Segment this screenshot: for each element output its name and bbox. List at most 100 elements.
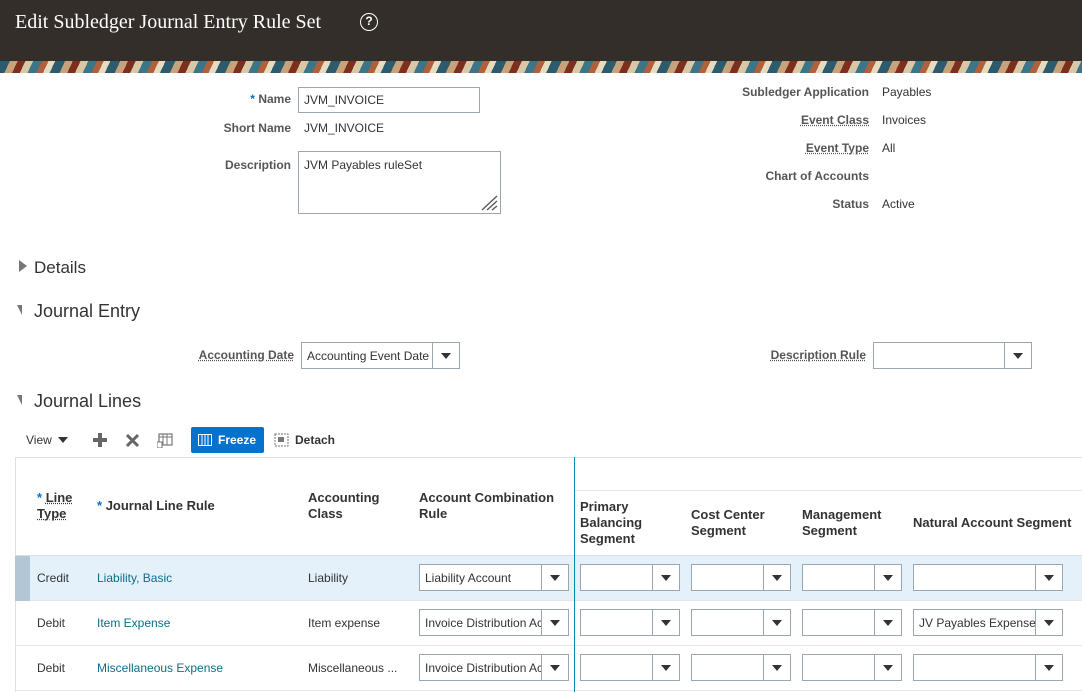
chevron-down-icon[interactable] [541, 565, 568, 590]
section-journal-lines[interactable]: Journal Lines [34, 391, 141, 412]
line-type-cell: Debit [37, 616, 66, 630]
cost-center-select[interactable] [691, 654, 791, 681]
chevron-down-icon[interactable] [1004, 343, 1031, 368]
natural-account-select[interactable] [913, 654, 1063, 681]
primary-balancing-select[interactable] [580, 654, 680, 681]
chevron-down-icon[interactable] [541, 610, 568, 635]
management-select[interactable] [802, 609, 902, 636]
plus-icon [93, 433, 107, 447]
description-rule-label: Description Rule [770, 348, 866, 362]
add-row-button[interactable] [92, 427, 108, 453]
chevron-down-icon[interactable] [1035, 565, 1062, 590]
col-account-combination-rule[interactable]: Account Combination Rule [419, 490, 554, 522]
event-class-value: Invoices [882, 113, 927, 127]
line-type-cell: Credit [37, 571, 70, 585]
account-combination-rule-select[interactable]: Invoice Distribution Account [419, 609, 569, 636]
table-columns-icon [157, 433, 173, 448]
natural-account-select[interactable]: JV Payables Expense [913, 609, 1063, 636]
chevron-down-icon[interactable] [432, 343, 459, 368]
decorative-banner [0, 61, 1082, 73]
delete-row-button[interactable] [125, 427, 140, 453]
short-name-value: JVM_INVOICE [304, 121, 385, 135]
account-combination-rule-select[interactable]: Invoice Distribution Account [419, 654, 569, 681]
accounting-class-cell: Liability [308, 571, 349, 585]
event-class-label[interactable]: Event Class [801, 113, 869, 127]
chevron-down-icon[interactable] [874, 565, 901, 590]
freeze-icon [198, 434, 212, 446]
detach-button[interactable]: Detach [274, 427, 335, 453]
col-natural-account-segment[interactable]: Natural Account Segment [913, 515, 1071, 531]
resize-grip-icon[interactable] [478, 195, 498, 211]
page-header: Edit Subledger Journal Entry Rule Set ? [0, 0, 1082, 61]
selected-row-indicator [15, 556, 30, 601]
cost-center-select[interactable] [691, 564, 791, 591]
col-management-segment[interactable]: Management Segment [802, 507, 881, 539]
chart-of-accounts-label: Chart of Accounts [765, 169, 869, 183]
col-journal-line-rule[interactable]: * Journal Line Rule [97, 498, 215, 514]
collapse-journal-entry-icon[interactable] [17, 305, 22, 315]
chevron-down-icon[interactable] [1035, 655, 1062, 680]
segment-header-divider [575, 490, 1082, 491]
primary-balancing-select[interactable] [580, 564, 680, 591]
view-menu[interactable]: View [26, 427, 68, 453]
col-primary-balancing-segment[interactable]: Primary Balancing Segment [580, 499, 642, 547]
management-select[interactable] [802, 564, 902, 591]
accounting-date-label: Accounting Date [198, 348, 294, 362]
section-journal-entry[interactable]: Journal Entry [34, 301, 140, 322]
status-label: Status [832, 197, 869, 211]
collapse-journal-lines-icon[interactable] [17, 395, 22, 405]
natural-account-select[interactable] [913, 564, 1063, 591]
freeze-button[interactable]: Freeze [191, 427, 264, 453]
page-title: Edit Subledger Journal Entry Rule Set [15, 11, 322, 33]
chevron-down-icon[interactable] [652, 565, 679, 590]
account-combination-rule-select[interactable]: Liability Account [419, 564, 569, 591]
journal-line-rule-link[interactable]: Liability, Basic [97, 571, 172, 585]
subledger-app-label: Subledger Application [742, 85, 869, 99]
chevron-down-icon[interactable] [541, 655, 568, 680]
detach-label: Detach [295, 433, 336, 447]
description-rule-select[interactable] [873, 342, 1032, 369]
subledger-app-value: Payables [882, 85, 932, 99]
accounting-date-select[interactable]: Accounting Event Date [301, 342, 460, 369]
expand-details-icon[interactable] [19, 260, 27, 272]
name-input[interactable]: JVM_INVOICE [298, 87, 480, 113]
cost-center-select[interactable] [691, 609, 791, 636]
journal-line-rule-link[interactable]: Item Expense [97, 616, 170, 630]
chevron-down-icon[interactable] [763, 610, 790, 635]
name-label: * Name [250, 92, 291, 106]
chevron-down-icon[interactable] [1035, 610, 1062, 635]
view-dropdown-icon [57, 437, 68, 443]
chevron-down-icon[interactable] [763, 565, 790, 590]
col-line-type[interactable]: * Line Type [37, 490, 72, 522]
chevron-down-icon[interactable] [763, 655, 790, 680]
freeze-label: Freeze [218, 433, 257, 447]
chevron-down-icon[interactable] [874, 610, 901, 635]
description-textarea[interactable]: JVM Payables ruleSet [298, 151, 501, 214]
chevron-down-icon[interactable] [874, 655, 901, 680]
help-icon[interactable]: ? [360, 13, 378, 31]
journal-line-rule-link[interactable]: Miscellaneous Expense [97, 661, 223, 675]
detach-icon [274, 433, 289, 447]
freeze-divider[interactable] [574, 457, 575, 692]
close-icon [125, 433, 140, 447]
col-accounting-class[interactable]: Accounting Class [308, 490, 380, 522]
short-name-label: Short Name [223, 121, 291, 135]
management-select[interactable] [802, 654, 902, 681]
status-value: Active [882, 197, 915, 211]
columns-button[interactable] [157, 427, 173, 453]
table-top-border [15, 457, 1082, 458]
accounting-date-value: Accounting Event Date [307, 348, 430, 363]
primary-balancing-select[interactable] [580, 609, 680, 636]
description-text: JVM Payables ruleSet [304, 158, 423, 172]
view-menu-label: View [26, 433, 52, 447]
line-type-cell: Debit [37, 661, 66, 675]
chevron-down-icon[interactable] [652, 655, 679, 680]
accounting-class-cell: Item expense [308, 616, 381, 630]
event-type-label[interactable]: Event Type [806, 141, 869, 155]
accounting-class-cell: Miscellaneous ... [308, 661, 398, 675]
chevron-down-icon[interactable] [652, 610, 679, 635]
col-cost-center-segment[interactable]: Cost Center Segment [691, 507, 765, 539]
section-details[interactable]: Details [34, 258, 86, 278]
event-type-value: All [882, 141, 896, 155]
description-label: Description [224, 158, 291, 172]
